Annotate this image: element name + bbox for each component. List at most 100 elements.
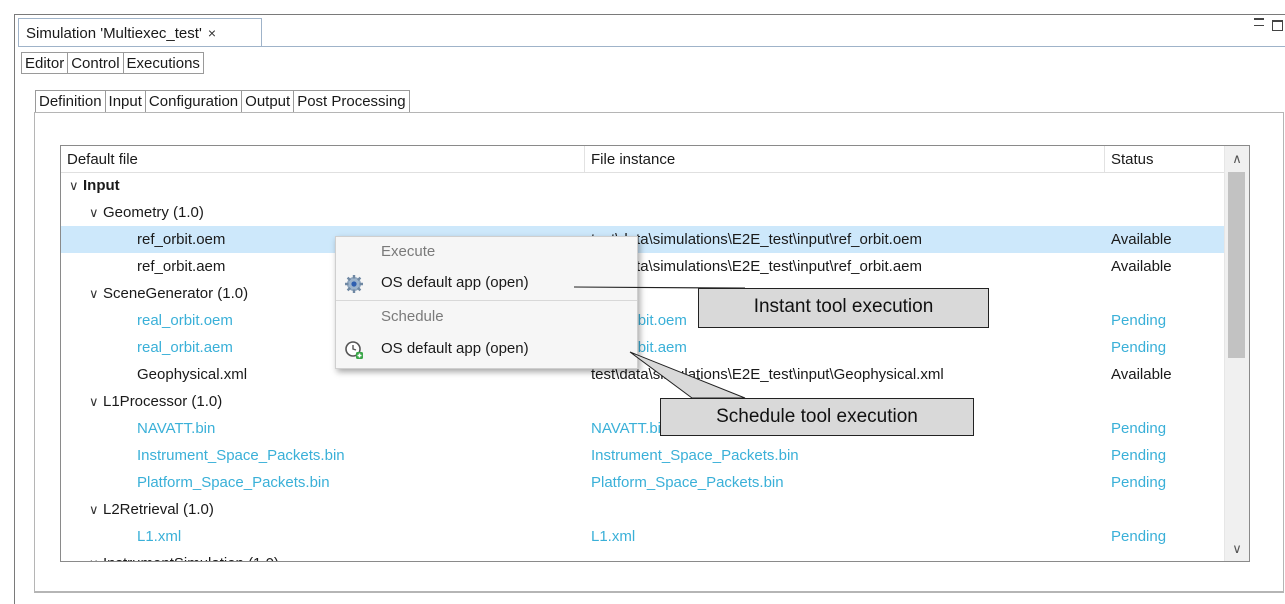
tab-output[interactable]: Output	[241, 90, 294, 113]
cell-status: Pending	[1111, 528, 1167, 545]
tab-control[interactable]: Control	[67, 52, 123, 74]
tab-divider	[18, 46, 1285, 47]
tree-group-row[interactable]: ∨InstrumentSimulation (1.0)	[61, 550, 1225, 561]
tab-definition[interactable]: Definition	[35, 90, 105, 113]
table-row[interactable]: NAVATT.bin NAVATT.bin Pending	[61, 415, 1225, 442]
tab-editor[interactable]: Editor	[21, 52, 68, 74]
cell-file-instance: NAVATT.bin	[591, 420, 670, 437]
menu-item-label: OS default app (open)	[381, 340, 529, 357]
cell-file-instance: Instrument_Space_Packets.bin	[591, 447, 799, 464]
cell-status: Pending	[1111, 339, 1167, 356]
chevron-down-icon[interactable]: ∨	[89, 280, 103, 307]
menu-header-execute: Execute	[381, 243, 436, 260]
chevron-down-icon[interactable]: ∨	[69, 172, 83, 199]
tree-group-row[interactable]: ∨ L2Retrieval (1.0)	[61, 496, 1225, 523]
context-menu: Execute OS default app (open) Schedule O…	[335, 236, 638, 369]
cell-status: Available	[1111, 258, 1172, 275]
cell-file-instance: test\data\simulations\E2E_test\input\ref…	[591, 258, 923, 275]
file-name: Geometry (1.0)	[103, 204, 204, 221]
file-name: InstrumentSimulation (1.0)	[103, 555, 279, 561]
cell-status: Pending	[1111, 312, 1167, 329]
maximize-icon[interactable]	[1272, 20, 1283, 31]
close-icon[interactable]: ×	[208, 25, 216, 41]
main-tabs: Editor Control Executions	[21, 52, 204, 74]
input-tree-table: Default file File instance Status ∨ Input…	[60, 145, 1250, 562]
tab-post-processing[interactable]: Post Processing	[293, 90, 410, 113]
file-name: ref_orbit.aem	[137, 258, 226, 275]
table-row[interactable]: real_orbit.aem real_orbit.aem Pending	[61, 334, 1225, 361]
vertical-scrollbar[interactable]: ∧ ∨	[1224, 146, 1249, 561]
cell-status: Pending	[1111, 447, 1167, 464]
cell-default-file: Instrument_Space_Packets.bin	[137, 442, 345, 469]
editor-tab[interactable]: Simulation 'Multiexec_test' ×	[18, 18, 262, 47]
scroll-up-icon[interactable]: ∧	[1225, 146, 1249, 170]
cell-default-file: ∨ L2Retrieval (1.0)	[89, 496, 214, 523]
menu-item-schedule-os-default-app[interactable]: OS default app (open)	[336, 336, 637, 362]
cell-default-file: ∨InstrumentSimulation (1.0)	[89, 550, 279, 561]
file-name: SceneGenerator (1.0)	[103, 285, 249, 302]
column-header-status[interactable]: Status	[1105, 146, 1225, 172]
menu-header-schedule: Schedule	[381, 308, 444, 325]
file-name: Platform_Space_Packets.bin	[137, 474, 330, 491]
tree-group-row[interactable]: ∨ Input	[61, 172, 1225, 199]
cell-file-instance: test\data\simulations\E2E_test\input\ref…	[591, 231, 923, 248]
column-header-default-file[interactable]: Default file	[61, 146, 585, 172]
cell-default-file: real_orbit.aem	[137, 334, 233, 361]
scroll-thumb[interactable]	[1228, 172, 1245, 358]
file-name: L2Retrieval (1.0)	[103, 501, 214, 518]
cell-status: Available	[1111, 366, 1172, 383]
cell-status: Available	[1111, 231, 1172, 248]
cell-file-instance: L1.xml	[591, 528, 636, 545]
tab-configuration[interactable]: Configuration	[144, 90, 242, 113]
table-row[interactable]: Platform_Space_Packets.bin Platform_Space…	[61, 469, 1225, 496]
file-name: real_orbit.oem	[137, 312, 233, 329]
menu-item-execute-os-default-app[interactable]: OS default app (open)	[336, 270, 637, 296]
table-row[interactable]: ref_orbit.aem test\data\simulations\E2E_t…	[61, 253, 1225, 280]
file-name: Geophysical.xml	[137, 366, 248, 383]
chevron-down-icon[interactable]: ∨	[89, 388, 103, 415]
cell-default-file: ∨ L1Processor (1.0)	[89, 388, 222, 415]
gear-icon	[345, 275, 363, 293]
tree-group-row[interactable]: ∨ L1Processor (1.0)	[61, 388, 1225, 415]
table-row[interactable]: ref_orbit.oem test\data\simulations\E2E_t…	[61, 226, 1225, 253]
table-row[interactable]: Geophysical.xml test\data\simulations\E2E…	[61, 361, 1225, 388]
cell-default-file: ∨ Input	[69, 172, 120, 199]
chevron-down-icon[interactable]: ∨	[89, 496, 103, 523]
window-controls	[1254, 18, 1283, 36]
cell-default-file: ∨ SceneGenerator (1.0)	[89, 280, 248, 307]
file-name: NAVATT.bin	[137, 420, 216, 437]
cell-default-file: Geophysical.xml	[137, 361, 247, 388]
callout-schedule-execution: Schedule tool execution	[660, 398, 974, 436]
editor-tab-title: Simulation 'Multiexec_test'	[26, 24, 202, 42]
file-name: L1.xml	[137, 528, 182, 545]
scroll-down-icon[interactable]: ∨	[1225, 537, 1249, 561]
tab-executions[interactable]: Executions	[122, 52, 204, 74]
tree-group-row[interactable]: ∨ Geometry (1.0)	[61, 199, 1225, 226]
clock-add-icon	[345, 341, 363, 359]
minimize-icon[interactable]	[1254, 18, 1264, 26]
menu-separator	[336, 300, 637, 301]
cell-file-instance: test\data\simulations\E2E_test\input\Geo…	[591, 366, 944, 383]
cell-default-file: L1.xml	[137, 523, 181, 550]
callout-instant-execution: Instant tool execution	[698, 288, 989, 328]
cell-default-file: NAVATT.bin	[137, 415, 215, 442]
chevron-down-icon[interactable]: ∨	[89, 550, 103, 561]
chevron-down-icon[interactable]: ∨	[89, 199, 103, 226]
tree-group-row[interactable]: ∨ SceneGenerator (1.0)	[61, 280, 1225, 307]
cell-default-file: ref_orbit.oem	[137, 226, 225, 253]
cell-status: Pending	[1111, 474, 1167, 491]
menu-item-label: OS default app (open)	[381, 274, 529, 291]
table-row[interactable]: L1.xml L1.xml Pending	[61, 523, 1225, 550]
tab-input[interactable]: Input	[104, 90, 145, 113]
cell-default-file: ref_orbit.aem	[137, 253, 225, 280]
file-name: Input	[83, 177, 120, 194]
file-name: real_orbit.aem	[137, 339, 233, 356]
table-row[interactable]: Instrument_Space_Packets.bin Instrument_S…	[61, 442, 1225, 469]
panel-bottom-border	[34, 592, 1284, 593]
file-name: ref_orbit.oem	[137, 231, 226, 248]
table-body: ∨ Input ∨ Geometry (1.0) ref_orbit.oem test\d…	[61, 172, 1225, 561]
table-header: Default file File instance Status	[61, 146, 1225, 173]
column-header-file-instance[interactable]: File instance	[585, 146, 1105, 172]
table-row[interactable]: real_orbit.oem real_orbit.oem Pending	[61, 307, 1225, 334]
cell-file-instance: Platform_Space_Packets.bin	[591, 474, 784, 491]
